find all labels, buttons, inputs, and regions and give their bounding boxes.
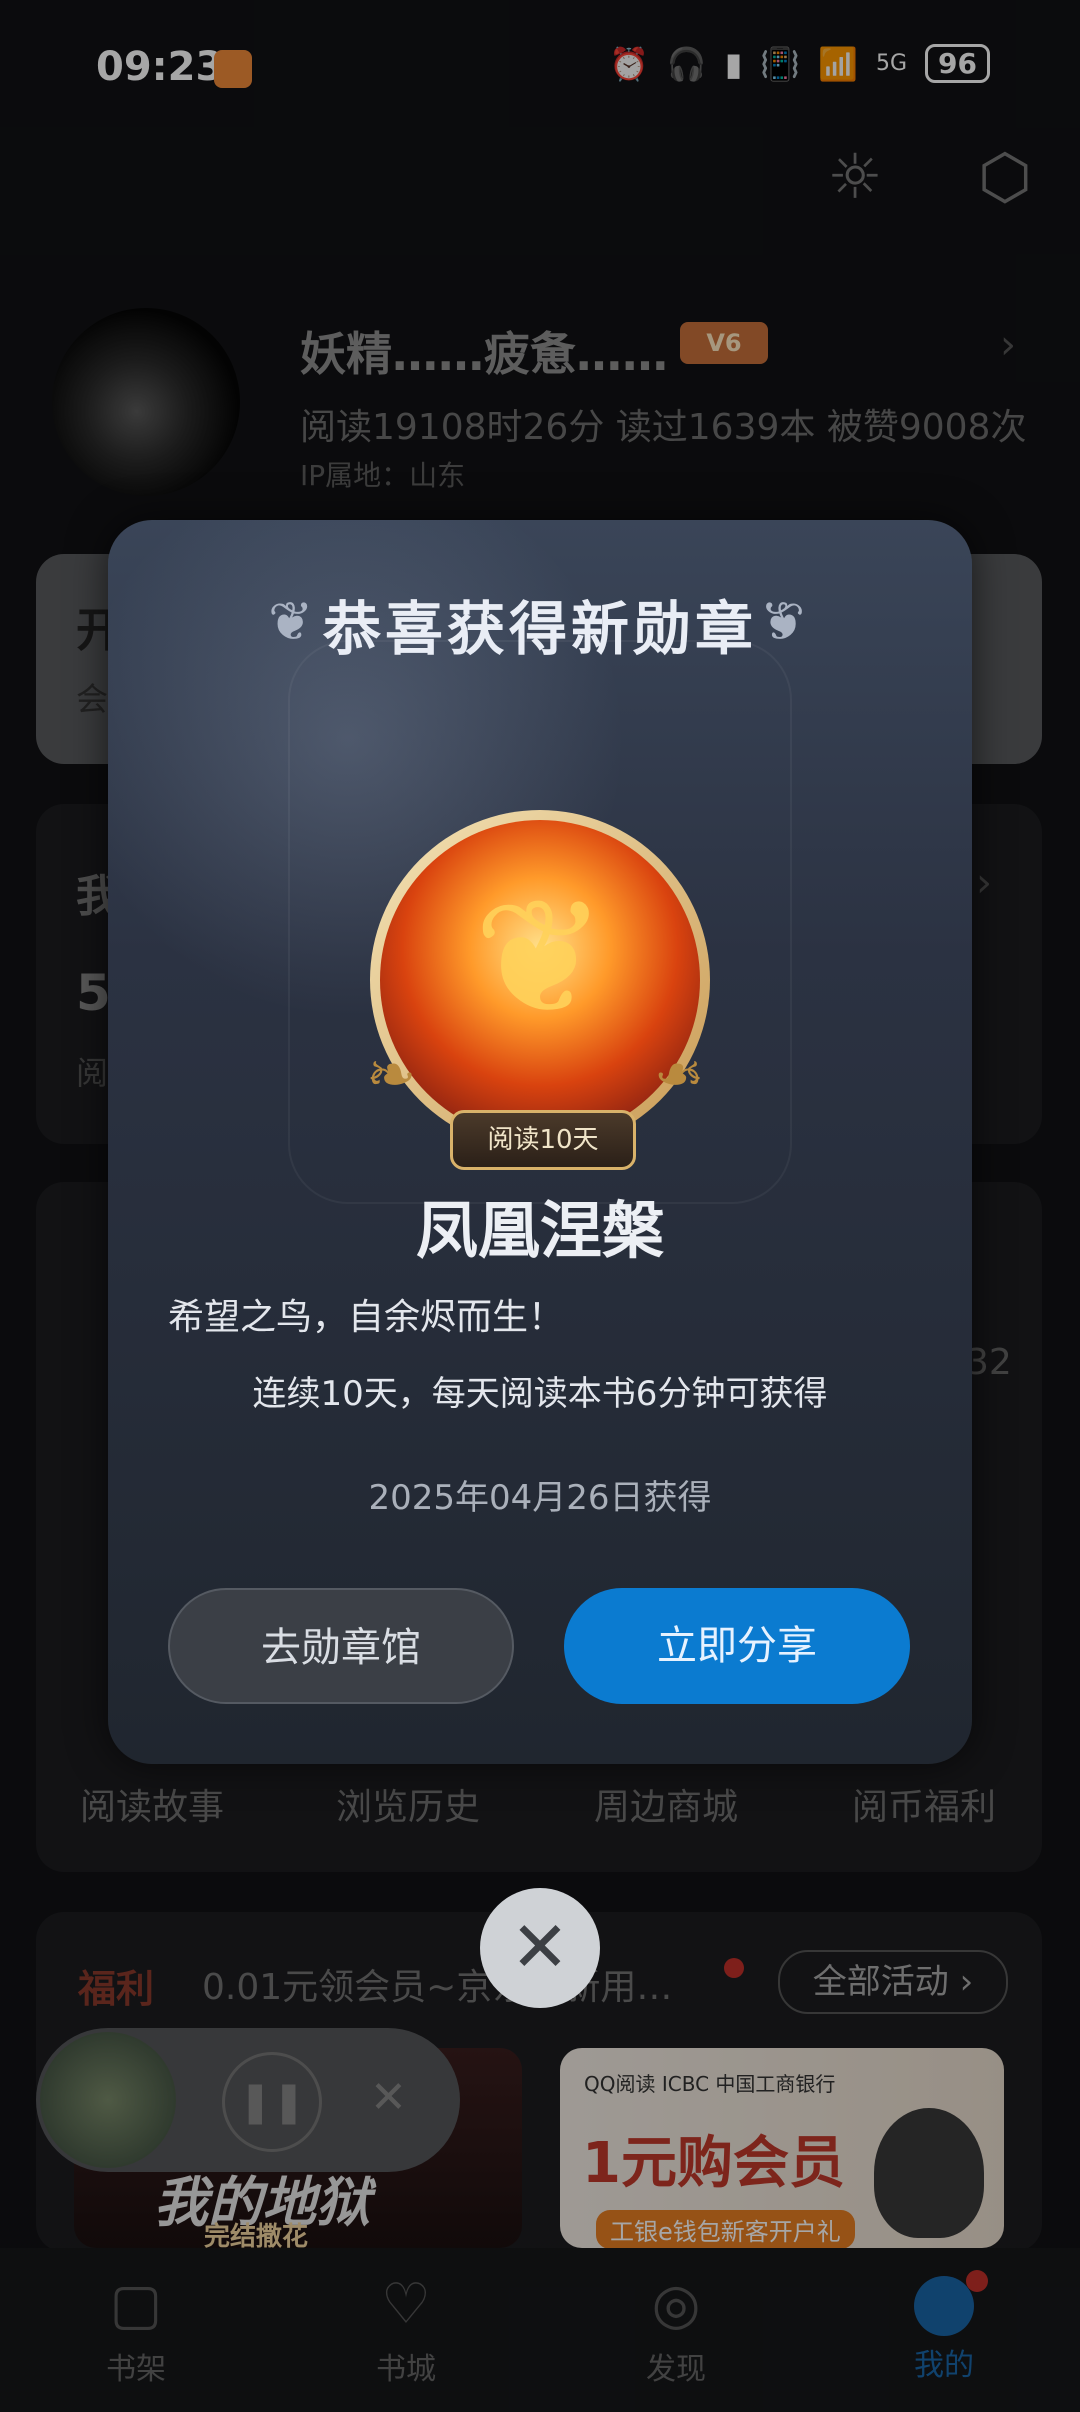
medal-name: 凤凰涅槃 bbox=[415, 1194, 664, 1267]
share-button[interactable]: 立即分享 bbox=[564, 1588, 910, 1704]
phoenix-icon: ❦ bbox=[472, 864, 608, 1051]
laurel-left-icon: ❧ bbox=[366, 1040, 417, 1110]
medal-description: 希望之鸟，自余烬而生！ bbox=[168, 1297, 565, 1338]
medal-ribbon: 阅读10天 bbox=[450, 1110, 636, 1170]
dialog-title: 恭喜获得新勋章 bbox=[322, 595, 757, 663]
medal-dialog: ❦ ❦ 恭喜获得新勋章 ❦ ❧ ❧ 阅读10天 凤凰涅槃 希望之鸟，自余烬而生！… bbox=[108, 520, 972, 1764]
close-icon: ✕ bbox=[510, 1906, 570, 1988]
phoenix-medal: ❦ ❧ ❧ 阅读10天 bbox=[366, 810, 710, 1170]
close-dialog-button[interactable]: ✕ bbox=[480, 1888, 600, 2008]
medal-hall-button[interactable]: 去勋章馆 bbox=[168, 1588, 514, 1704]
medal-condition: 连续10天，每天阅读本书6分钟可获得 bbox=[252, 1374, 828, 1414]
laurel-right-icon: ❧ bbox=[654, 1040, 705, 1110]
medal-date: 2025年04月26日获得 bbox=[368, 1478, 712, 1518]
